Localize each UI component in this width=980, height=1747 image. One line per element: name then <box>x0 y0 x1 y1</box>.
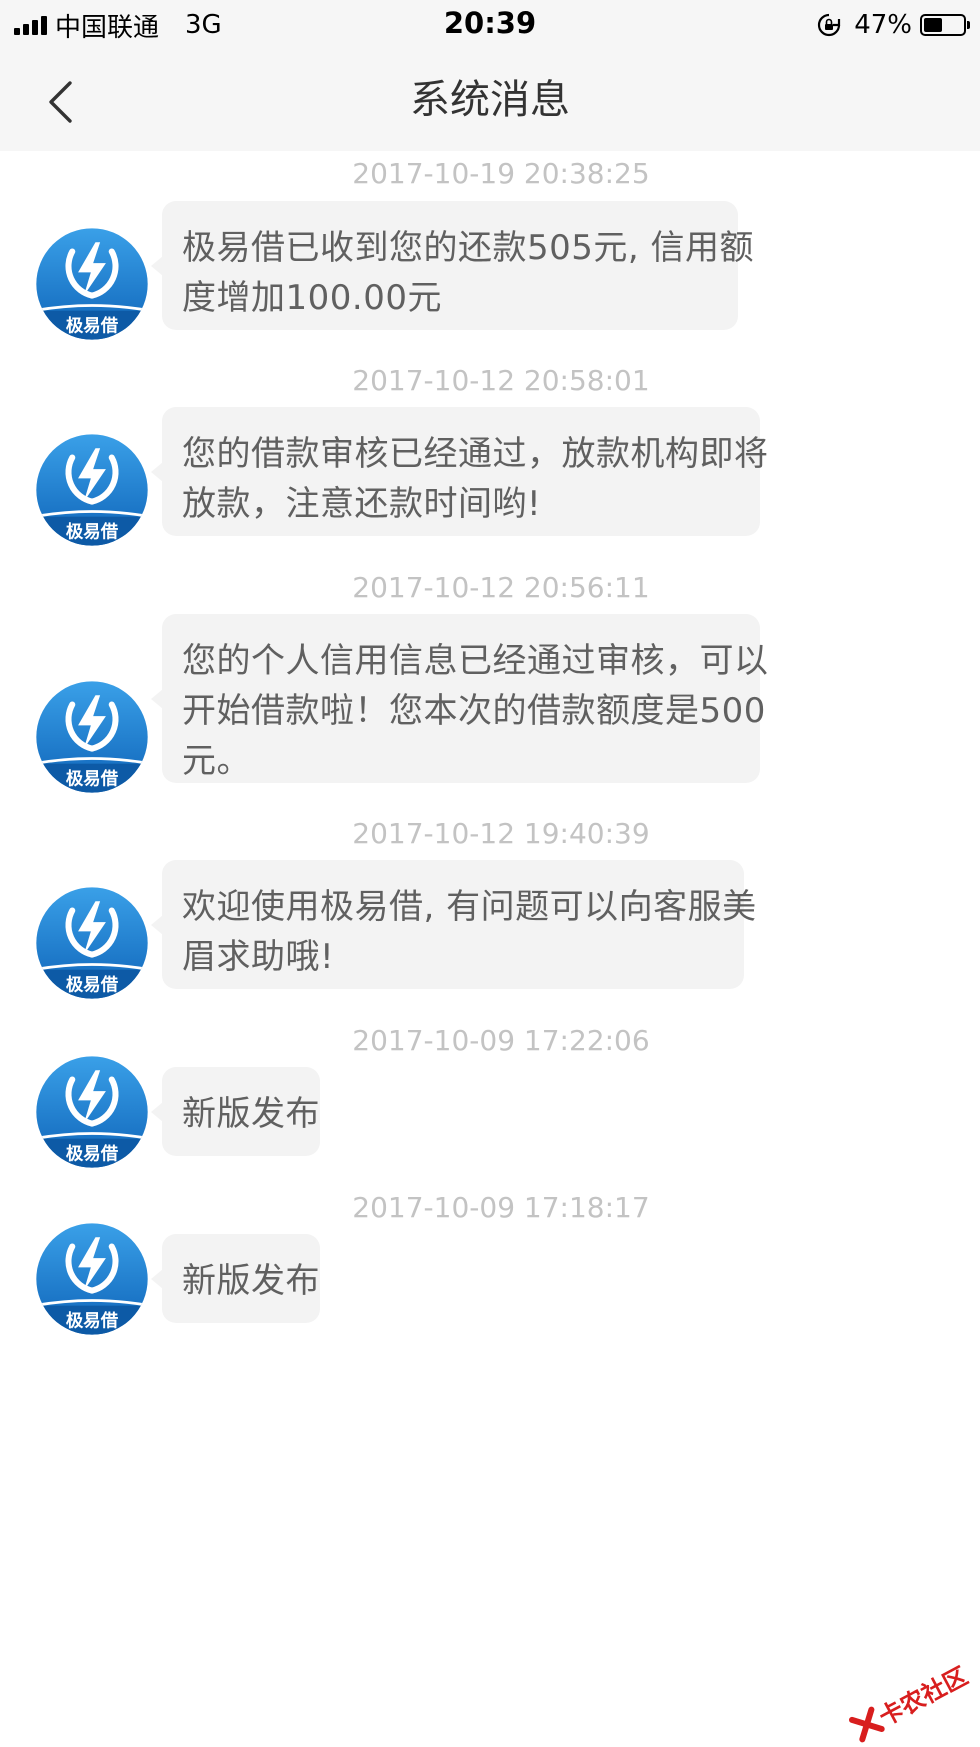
battery-percent: 47% <box>854 10 912 40</box>
watermark-text: 卡农社区 <box>874 1661 973 1732</box>
message-text-line: 极易借已收到您的还款505元, 信用额 <box>182 228 755 268</box>
sender-avatar[interactable]: 极易借 <box>34 432 150 548</box>
message-text-line: 新版发布 <box>182 1094 320 1134</box>
sender-avatar[interactable]: 极易借 <box>34 679 150 795</box>
battery-tip <box>967 21 970 29</box>
message-timestamp: 2017-10-09 17:22:06 <box>352 1024 650 1057</box>
network-type: 3G <box>185 10 222 40</box>
message-text-line: 您的个人信用信息已经通过审核，可以 <box>182 641 769 681</box>
message-timestamp: 2017-10-09 17:18:17 <box>352 1191 650 1224</box>
carrier-name: 中国联通 <box>55 12 160 43</box>
back-button[interactable] <box>30 72 90 132</box>
status-right: 47% <box>816 8 970 42</box>
message-text-line: 您的借款审核已经通过，放款机构即将 <box>182 434 769 474</box>
message-text-line: 眉求助哦! <box>182 937 335 977</box>
message-timestamp: 2017-10-12 20:58:01 <box>352 364 650 397</box>
message-bubble[interactable]: 您的个人信用信息已经通过审核，可以 开始借款啦！您本次的借款额度是500 元。 <box>151 614 769 783</box>
sender-avatar[interactable]: 极易借 <box>34 885 150 1001</box>
sender-avatar[interactable]: 极易借 <box>34 226 150 342</box>
sender-avatar[interactable]: 极易借 <box>34 1054 150 1170</box>
status-left: 中国联通 3G <box>14 8 222 43</box>
watermark: 卡农社区 <box>845 1656 973 1746</box>
battery-fill <box>924 18 942 32</box>
battery-icon <box>920 14 970 36</box>
navigation-bar: 系统消息 <box>0 50 980 151</box>
message-bubble[interactable]: 您的借款审核已经通过，放款机构即将 放款，注意还款时间哟! <box>151 407 769 536</box>
rotation-lock-icon <box>818 13 841 37</box>
message-text-line: 欢迎使用极易借, 有问题可以向客服美 <box>182 887 757 927</box>
message-text-line: 开始借款啦！您本次的借款额度是500 <box>182 691 766 731</box>
message-timestamp: 2017-10-12 20:56:11 <box>352 571 650 604</box>
avatar-label: 极易借 <box>66 975 119 996</box>
message-timestamp: 2017-10-12 19:40:39 <box>352 817 650 850</box>
signal-strength-icon <box>14 15 47 35</box>
message-bubble[interactable]: 新版发布 <box>151 1234 320 1323</box>
avatar-label: 极易借 <box>66 1311 119 1332</box>
avatar-label: 极易借 <box>66 1144 119 1165</box>
avatar-label: 极易借 <box>66 769 119 790</box>
message-text-line: 度增加100.00元 <box>182 278 442 318</box>
avatar-label: 极易借 <box>66 522 119 543</box>
message-bubble[interactable]: 极易借已收到您的还款505元, 信用额 度增加100.00元 <box>151 201 755 330</box>
status-bar: 中国联通 3G 20:39 47% <box>0 0 980 50</box>
message-bubble[interactable]: 新版发布 <box>151 1067 320 1156</box>
message-timestamp: 2017-10-19 20:38:25 <box>352 157 650 190</box>
avatar-label: 极易借 <box>66 316 119 337</box>
page-title: 系统消息 <box>410 77 570 123</box>
message-text-line: 元。 <box>182 741 251 781</box>
message-bubble[interactable]: 欢迎使用极易借, 有问题可以向客服美 眉求助哦! <box>151 860 757 989</box>
sender-avatar[interactable]: 极易借 <box>34 1221 150 1337</box>
message-text-line: 新版发布 <box>182 1261 320 1301</box>
chevron-left-icon <box>49 81 72 123</box>
message-text-line: 放款，注意还款时间哟! <box>182 484 542 524</box>
